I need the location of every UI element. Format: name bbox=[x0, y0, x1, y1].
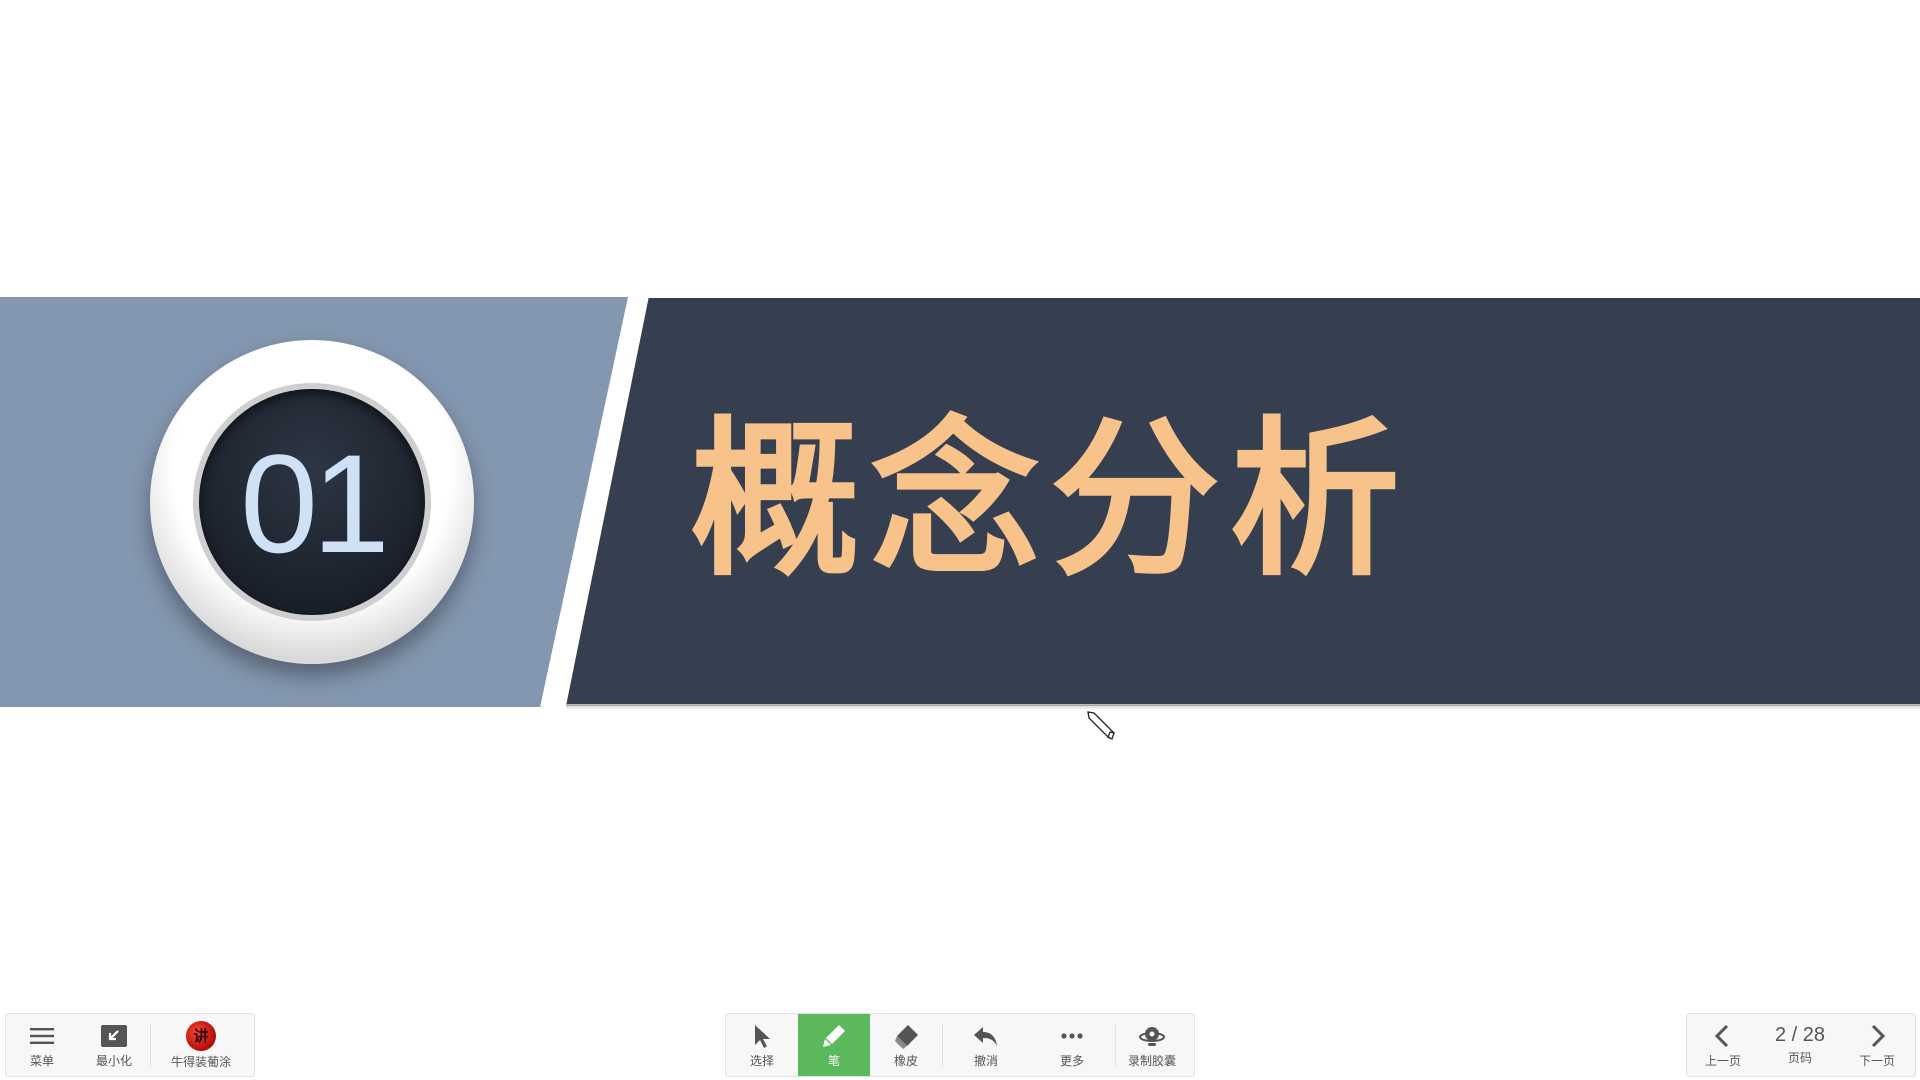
logo-button[interactable]: 讲 牛得装葡涂 bbox=[151, 1014, 251, 1076]
section-number-badge: 01 bbox=[150, 340, 474, 664]
prev-page-button[interactable]: 上一页 bbox=[1687, 1014, 1759, 1076]
page-number: 2 / 28 bbox=[1774, 1024, 1826, 1046]
prev-page-label: 上一页 bbox=[1704, 1053, 1741, 1068]
chevron-left-icon bbox=[1714, 1024, 1729, 1047]
band-shadow bbox=[566, 704, 1920, 710]
app-logo-icon: 讲 bbox=[186, 1020, 216, 1051]
more-label: 更多 bbox=[1059, 1053, 1084, 1068]
page-indicator[interactable]: 2 / 28 页码 bbox=[1759, 1014, 1841, 1076]
minimize-icon bbox=[101, 1024, 127, 1047]
next-page-label: 下一页 bbox=[1858, 1053, 1895, 1068]
section-number: 01 bbox=[240, 425, 390, 582]
select-tool-button[interactable]: 选择 bbox=[726, 1014, 798, 1076]
eraser-tool-button[interactable]: 橡皮 bbox=[870, 1014, 942, 1076]
menu-icon bbox=[30, 1027, 54, 1044]
record-capsule-icon bbox=[1139, 1026, 1165, 1046]
pen-label: 笔 bbox=[827, 1053, 840, 1068]
badge-inner-circle: 01 bbox=[199, 389, 425, 615]
eraser-label: 橡皮 bbox=[893, 1053, 918, 1068]
page-label: 页码 bbox=[1787, 1051, 1812, 1065]
menu-button[interactable]: 菜单 bbox=[6, 1014, 78, 1076]
select-label: 选择 bbox=[749, 1053, 774, 1068]
cursor-arrow-icon bbox=[755, 1024, 770, 1048]
undo-icon bbox=[974, 1026, 997, 1046]
pen-tool-button[interactable]: 笔 bbox=[798, 1014, 870, 1076]
more-button[interactable]: 更多 bbox=[1029, 1014, 1115, 1076]
more-dots-icon bbox=[1061, 1032, 1083, 1039]
left-toolbar: 菜单 最小化 讲 牛得装葡涂 bbox=[5, 1013, 255, 1077]
menu-label: 菜单 bbox=[29, 1053, 54, 1068]
pen-cursor-icon bbox=[1087, 711, 1115, 740]
logo-text: 讲 bbox=[193, 1027, 209, 1045]
record-capsule-button[interactable]: 录制胶囊 bbox=[1116, 1014, 1188, 1076]
next-page-button[interactable]: 下一页 bbox=[1841, 1014, 1913, 1076]
undo-label: 撤消 bbox=[973, 1053, 998, 1068]
slide-canvas: 01 概念分析 bbox=[0, 0, 1920, 1080]
undo-button[interactable]: 撤消 bbox=[943, 1014, 1029, 1076]
minimize-label: 最小化 bbox=[95, 1053, 132, 1068]
eraser-icon bbox=[895, 1024, 918, 1049]
minimize-button[interactable]: 最小化 bbox=[78, 1014, 150, 1076]
right-toolbar: 上一页 2 / 28 页码 下一页 bbox=[1686, 1013, 1916, 1077]
record-label: 录制胶囊 bbox=[1127, 1053, 1176, 1068]
logo-label: 牛得装葡涂 bbox=[170, 1054, 231, 1069]
pen-icon bbox=[823, 1024, 845, 1047]
center-toolbar: 选择 笔 橡皮 撤消 更多 录制胶囊 bbox=[725, 1013, 1195, 1077]
chevron-right-icon bbox=[1871, 1024, 1886, 1047]
slide-title: 概念分析 bbox=[690, 400, 1411, 600]
